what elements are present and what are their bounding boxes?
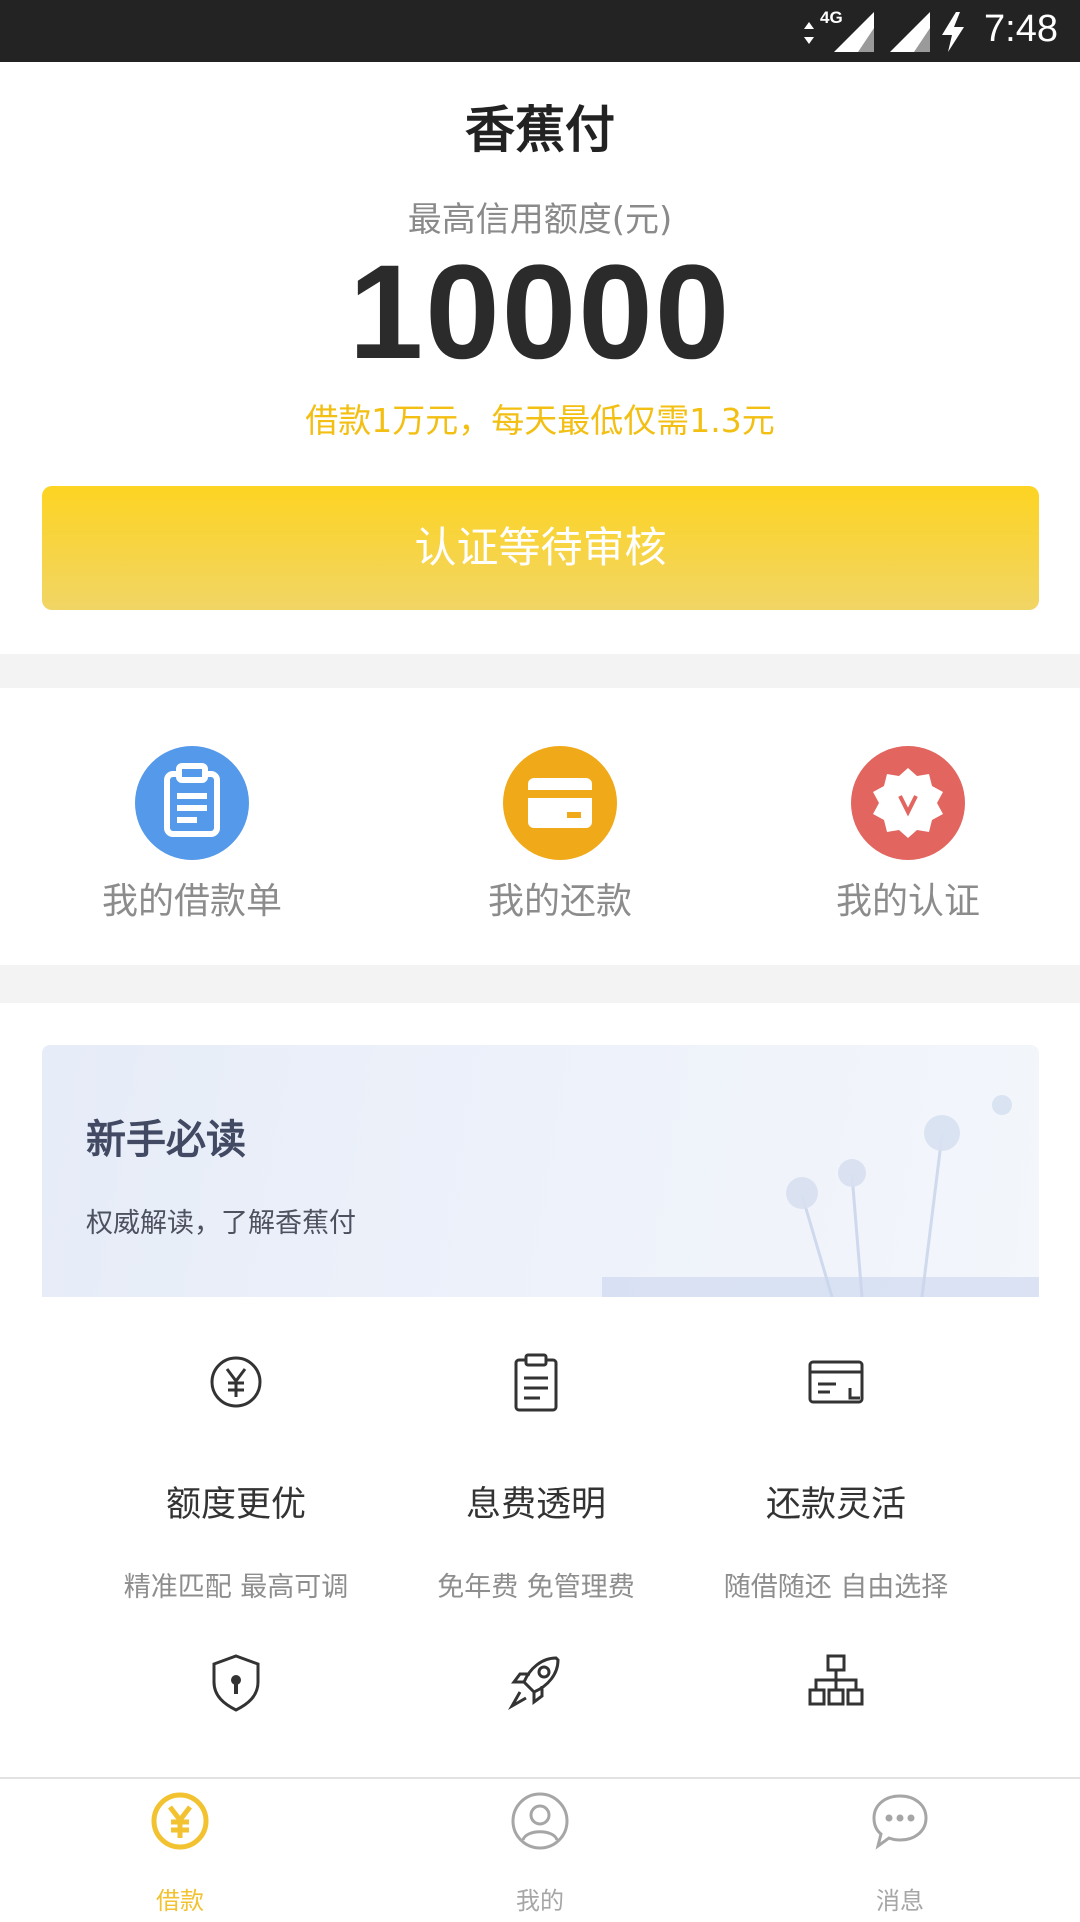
charging-bolt-icon: [942, 12, 964, 52]
credit-limit-amount: 10000: [348, 238, 732, 387]
signal-4g-icon: [834, 12, 874, 52]
tab-loan[interactable]: 借款: [30, 1779, 330, 1922]
my-loans-button[interactable]: 我的借款单: [42, 690, 342, 930]
banner-subtitle: 权威解读，了解香蕉付: [86, 1208, 356, 1239]
feature-title: 息费透明: [465, 1485, 606, 1525]
credit-limit-label: 最高信用额度(元): [407, 200, 673, 240]
shield-lock-icon: [212, 1654, 260, 1712]
status-bar: 4G 7:48: [0, 0, 1080, 62]
dandelion-illustration: [602, 1095, 1039, 1297]
feature-structure: [686, 1652, 986, 1722]
data-arrows-icon: [804, 22, 814, 44]
feature-fast: [386, 1652, 686, 1722]
my-loans-label: 我的借款单: [101, 881, 282, 922]
my-verification-label: 我的认证: [835, 881, 980, 922]
status-time: 7:48: [984, 8, 1058, 50]
my-repayment-button[interactable]: 我的还款: [410, 690, 710, 930]
document-icon: [514, 1353, 558, 1412]
section-divider: [0, 654, 1080, 688]
promo-text: 借款1万元，每天最低仅需1.3元: [305, 401, 775, 440]
tab-label: 借款: [156, 1887, 204, 1915]
card-icon: [503, 746, 617, 860]
bottom-tab-bar: 借款 我的 消息: [0, 1777, 1080, 1922]
banner-title: 新手必读: [86, 1117, 246, 1163]
feature-credit: 额度更优 精准匹配 最高可调: [86, 1352, 386, 1604]
feature-transparent-fees: 息费透明 免年费 免管理费: [386, 1352, 686, 1604]
feature-desc: 随借随还 自由选择: [723, 1572, 949, 1603]
chat-icon: [872, 1794, 928, 1850]
tab-label: 我的: [516, 1887, 564, 1915]
my-verification-button[interactable]: 我的认证: [758, 690, 1058, 930]
yuan-coin-icon: [210, 1356, 262, 1408]
card-refund-icon: [808, 1360, 864, 1404]
feature-title: 额度更优: [165, 1485, 306, 1525]
signal-icon: [890, 12, 930, 52]
feature-desc: 精准匹配 最高可调: [123, 1572, 349, 1603]
org-chart-icon: [808, 1654, 864, 1706]
section-divider: [0, 965, 1080, 1003]
clipboard-icon: [135, 746, 249, 860]
verified-badge-icon: [851, 746, 965, 860]
feature-title: 还款灵活: [765, 1485, 906, 1525]
rocket-icon: [507, 1656, 560, 1711]
yuan-icon: [151, 1792, 209, 1850]
page-title: 香蕉付: [465, 101, 615, 159]
feature-flexible-repayment: 还款灵活 随借随还 自由选择: [686, 1352, 986, 1604]
beginner-guide-banner[interactable]: 新手必读 权威解读，了解香蕉付: [42, 1045, 1039, 1297]
my-repayment-label: 我的还款: [487, 881, 632, 922]
tab-messages[interactable]: 消息: [750, 1779, 1050, 1922]
user-icon: [511, 1792, 569, 1850]
tab-label: 消息: [876, 1887, 924, 1915]
feature-desc: 免年费 免管理费: [437, 1572, 635, 1603]
verification-pending-button[interactable]: 认证等待审核: [42, 486, 1039, 610]
feature-security: [86, 1652, 386, 1722]
tab-mine[interactable]: 我的: [390, 1779, 690, 1922]
